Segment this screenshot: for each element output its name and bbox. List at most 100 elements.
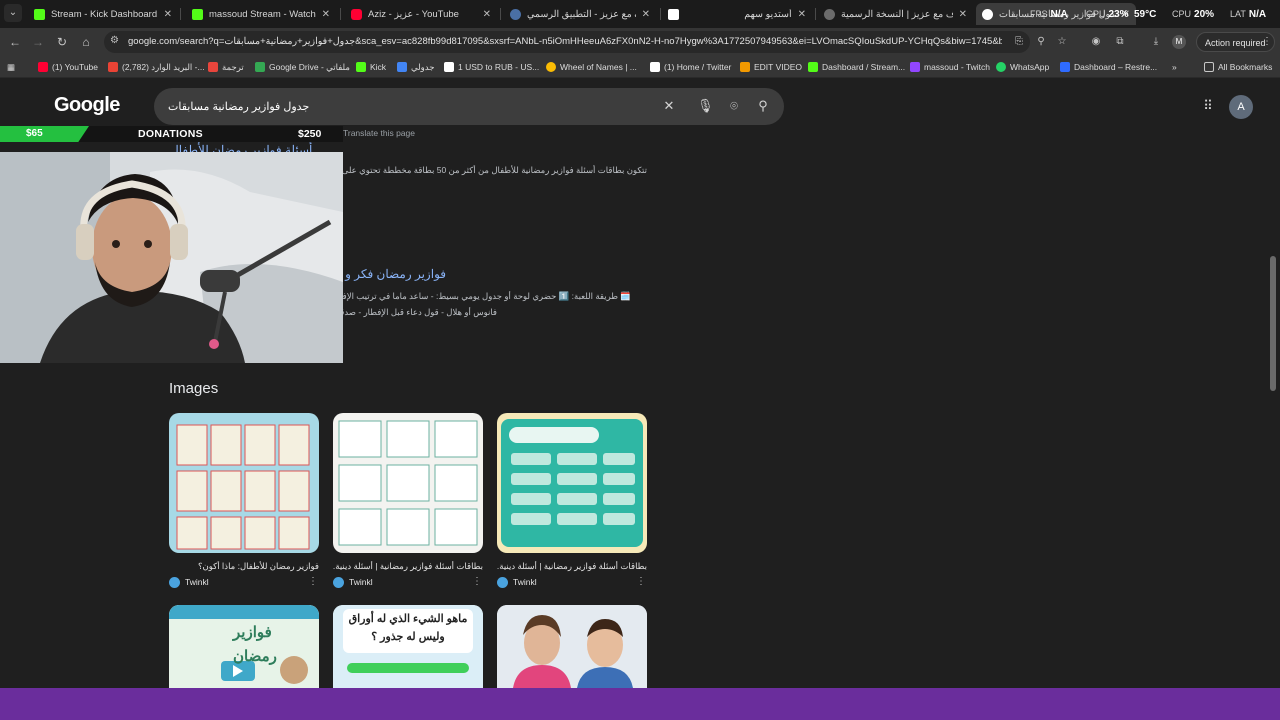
url-text[interactable]: google.com/search?q=جدول+فوازير+رمضانية+… bbox=[128, 36, 1002, 47]
wheel-icon bbox=[546, 62, 556, 72]
profile-icon[interactable]: M bbox=[1172, 35, 1186, 49]
close-icon[interactable]: ✕ bbox=[322, 9, 330, 20]
translate-link[interactable]: Translate this page bbox=[343, 128, 415, 138]
tab-huroof-app[interactable]: حروف مع عزيز - التطبيق الرسمي ✕ bbox=[504, 3, 656, 25]
image-title-3[interactable]: بطاقات أسئلة فوازير رمضانية | أسئلة ديني… bbox=[497, 561, 647, 572]
youtube-icon bbox=[38, 62, 48, 72]
tab-kick-dashboard[interactable]: Stream - Kick Dashboard ✕ bbox=[28, 3, 178, 25]
microphone-icon[interactable]: 🎙 bbox=[697, 98, 714, 114]
bookmark-google-drive[interactable]: Google Drive - ملفاتي bbox=[255, 60, 350, 74]
more-menu-icon[interactable]: ⋮ bbox=[1260, 35, 1274, 49]
image-result-3[interactable] bbox=[497, 413, 647, 553]
all-bookmarks-button[interactable]: All Bookmarks bbox=[1204, 60, 1272, 74]
google-logo[interactable]: Google bbox=[54, 94, 120, 117]
riddle-table-thumbnail bbox=[497, 413, 647, 553]
result-snippet-2a: 🗓️ طريقة اللعبة: 1️⃣ حضري لوحة أو جدول ي… bbox=[343, 291, 631, 301]
fps-readout: FPS N/A bbox=[1030, 9, 1068, 20]
bookmark-twitter[interactable]: (1) Home / Twitter bbox=[650, 60, 731, 74]
bookmark-edit-video[interactable]: EDIT VIDEO bbox=[740, 60, 802, 74]
reload-icon[interactable]: ↻ bbox=[54, 34, 70, 50]
tab-massoud-stream[interactable]: massoud Stream - Watch Live o ✕ bbox=[186, 3, 336, 25]
thumbnail-text: رمضان bbox=[233, 648, 277, 665]
image-title-1[interactable]: فوازير رمضان للأطفال: ماذا أكون؟ bbox=[169, 561, 319, 572]
home-icon[interactable]: ⌂ bbox=[78, 34, 94, 50]
google-icon bbox=[982, 8, 993, 20]
close-icon[interactable]: ✕ bbox=[483, 9, 491, 20]
tab-divider bbox=[340, 8, 341, 20]
puzzle-icon[interactable]: ⧉ bbox=[1113, 35, 1127, 49]
donation-current: $65 bbox=[26, 128, 43, 139]
more-options-icon[interactable]: ⋮ bbox=[308, 576, 318, 587]
close-icon[interactable]: ✕ bbox=[164, 9, 172, 20]
result-title-2[interactable]: فوازير رمضان فكر و bbox=[343, 267, 446, 281]
tab-youtube-aziz[interactable]: Aziz - عزيز - YouTube ✕ bbox=[345, 3, 497, 25]
bookmark-kick[interactable]: Kick bbox=[356, 60, 386, 74]
result-snippet-2b: فانوس أو هلال - قول دعاء قبل الإفطار - ص… bbox=[343, 307, 497, 317]
forward-arrow-icon[interactable]: → bbox=[30, 34, 46, 50]
site-info-icon[interactable]: ⚙ bbox=[110, 35, 122, 47]
restream-icon bbox=[1060, 62, 1070, 72]
avatar[interactable]: A bbox=[1229, 95, 1253, 119]
translate-icon[interactable]: ⎘ bbox=[1012, 35, 1026, 49]
image-result-4[interactable]: فوازير رمضان bbox=[169, 605, 319, 688]
donation-goal: $250 bbox=[298, 128, 322, 140]
back-arrow-icon[interactable]: ← bbox=[7, 34, 23, 50]
image-result-6[interactable] bbox=[497, 605, 647, 688]
gpu-temp-readout: 59°C bbox=[1134, 9, 1157, 20]
bookmark-wheel-of-names[interactable]: Wheel of Names | ... bbox=[546, 60, 637, 74]
folder-icon bbox=[1204, 62, 1214, 72]
tab-label: Stream - Kick Dashboard bbox=[51, 8, 158, 20]
apps-grid-icon[interactable]: ▦ bbox=[7, 60, 15, 74]
bookmark-twitch[interactable]: massoud - Twitch bbox=[910, 60, 990, 74]
tab-sahm-studio[interactable]: أستديو سهم ✕ bbox=[662, 3, 812, 25]
whatsapp-icon bbox=[996, 62, 1006, 72]
image-title-2[interactable]: بطاقات أسئلة فوازير رمضانية | أسئلة ديني… bbox=[333, 561, 483, 572]
twinkl-icon bbox=[333, 576, 344, 588]
donation-progress-fill bbox=[0, 126, 89, 142]
image-source-1[interactable]: Twinkl bbox=[169, 576, 209, 588]
tab-search-menu-icon[interactable]: ⌄ bbox=[4, 4, 22, 22]
result-snippet-1: تتكون بطاقات أسئلة فوازير رمضانية للأطفا… bbox=[343, 165, 647, 175]
drive-icon bbox=[255, 62, 265, 72]
image-source-3[interactable]: Twinkl bbox=[497, 576, 537, 588]
tab-huroof-official[interactable]: حروف مع عزيز | النسخة الرسمية ✕ bbox=[818, 3, 973, 25]
bookmark-translate[interactable]: ترجمة bbox=[208, 60, 244, 74]
image-result-2[interactable] bbox=[333, 413, 483, 553]
bookmark-whatsapp[interactable]: WhatsApp bbox=[996, 60, 1049, 74]
page-scrollbar[interactable] bbox=[1270, 256, 1276, 391]
search-icon[interactable]: ⚲ bbox=[755, 98, 771, 114]
bookmark-gmail[interactable]: (2,782) البريد الوارد -... bbox=[108, 60, 205, 74]
thumbnail-text: فوازير bbox=[233, 624, 272, 641]
bookmark-youtube[interactable]: (1) YouTube bbox=[38, 60, 98, 74]
twitch-icon bbox=[910, 62, 920, 72]
tab-label: massoud Stream - Watch Live o bbox=[209, 8, 316, 20]
folder-icon bbox=[740, 62, 750, 72]
bookmark-restream[interactable]: Dashboard – Restre... bbox=[1060, 60, 1157, 74]
thumbnail-text: ماهو الشيء الذي له أوراق bbox=[348, 613, 468, 625]
bookmark-stream-dashboard[interactable]: Dashboard / Stream... bbox=[808, 60, 905, 74]
tab-label: أستديو سهم bbox=[744, 8, 792, 20]
zoom-icon[interactable]: ⚲ bbox=[1034, 35, 1048, 49]
bookmark-star-icon[interactable]: ☆ bbox=[1055, 35, 1069, 49]
clear-icon[interactable]: ✕ bbox=[661, 98, 677, 114]
close-icon[interactable]: ✕ bbox=[959, 9, 967, 20]
image-result-5[interactable]: ماهو الشيء الذي له أوراق وليس له جذور ؟ bbox=[333, 605, 483, 688]
close-icon[interactable]: ✕ bbox=[798, 9, 806, 20]
image-result-1[interactable] bbox=[169, 413, 319, 553]
chevron-right-icon[interactable]: » bbox=[1172, 60, 1177, 74]
gmail-icon bbox=[108, 62, 118, 72]
more-options-icon[interactable]: ⋮ bbox=[636, 576, 646, 587]
close-icon[interactable]: ✕ bbox=[642, 9, 650, 20]
google-apps-icon[interactable]: ⠿ bbox=[1200, 98, 1216, 114]
extension-icon[interactable]: ◉ bbox=[1089, 35, 1103, 49]
more-options-icon[interactable]: ⋮ bbox=[472, 576, 482, 587]
bookmark-schedule[interactable]: جدولي bbox=[397, 60, 435, 74]
lens-icon[interactable]: ⌾ bbox=[726, 98, 742, 114]
kick-icon bbox=[192, 8, 203, 20]
bookmark-usd-rub[interactable]: 1 USD to RUB - US... bbox=[444, 60, 539, 74]
globe-icon bbox=[510, 8, 521, 20]
download-icon[interactable]: ⤓ bbox=[1149, 35, 1163, 49]
image-source-2[interactable]: Twinkl bbox=[333, 576, 373, 588]
xe-icon bbox=[444, 62, 454, 72]
search-query[interactable]: جدول فوازير رمضانية مسابقات bbox=[168, 100, 309, 113]
